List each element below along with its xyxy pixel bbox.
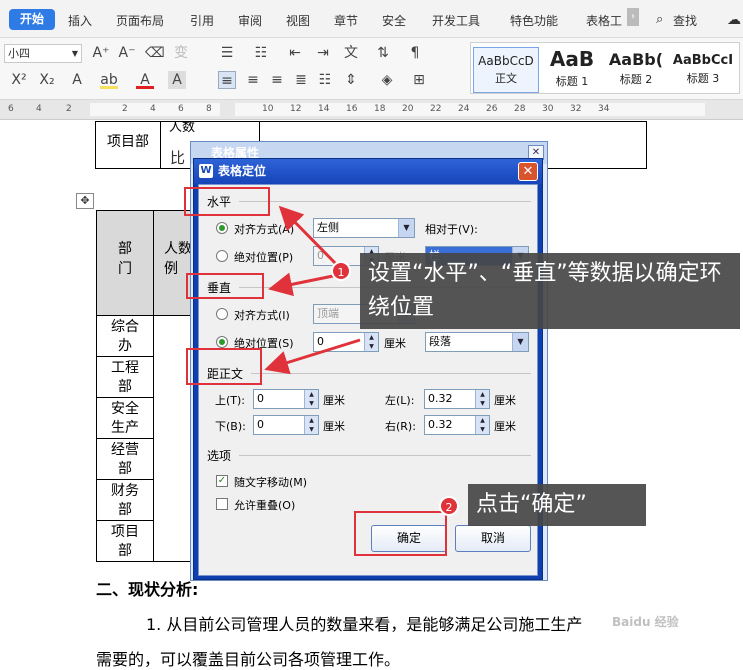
step-badge: 2 <box>439 496 459 516</box>
step-badge: 1 <box>331 261 351 281</box>
arrow-to-horizontal <box>278 205 340 268</box>
callout-text: 设置“水平”、“垂直”等数据以确定环绕位置 <box>368 261 722 320</box>
badge-text: 2 <box>445 501 453 514</box>
callout-text: 点击“确定” <box>476 492 587 517</box>
arrow-to-vertical <box>268 272 339 297</box>
badge-text: 1 <box>337 266 345 279</box>
callout-step1: 设置“水平”、“垂直”等数据以确定环绕位置 <box>360 253 740 329</box>
arrow-to-distance <box>264 338 361 375</box>
callout-step2: 点击“确定” <box>468 484 646 526</box>
annotation-arrows <box>264 205 361 375</box>
